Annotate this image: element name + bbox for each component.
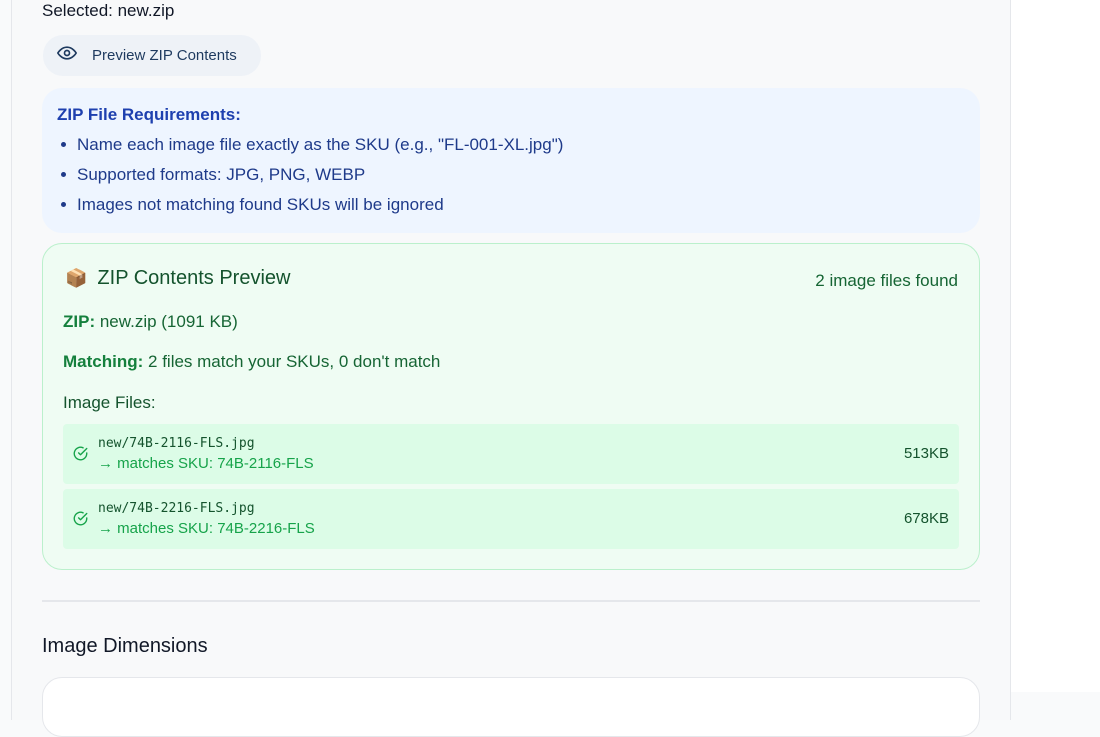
- file-size: 678KB: [903, 510, 949, 527]
- image-dimensions-title: Image Dimensions: [42, 635, 208, 657]
- file-name: new/74B-2116-FLS.jpg: [98, 436, 255, 451]
- matching-label: Matching:: [63, 352, 144, 371]
- preview-zip-button[interactable]: Preview ZIP Contents: [43, 35, 261, 76]
- file-name: new/74B-2216-FLS.jpg: [98, 501, 255, 516]
- check-circle-icon: [73, 511, 88, 531]
- section-divider: [42, 600, 980, 602]
- zip-label: ZIP:: [63, 312, 96, 331]
- requirements-title: ZIP File Requirements:: [57, 105, 241, 124]
- requirement-item: Supported formats: JPG, PNG, WEBP: [57, 164, 980, 194]
- image-dimensions-box: [42, 677, 980, 737]
- image-files-count: 2 image files found: [815, 271, 958, 290]
- zip-info-line: ZIP: new.zip (1091 KB): [63, 312, 238, 332]
- requirement-item: Name each image file exactly as the SKU …: [57, 134, 980, 164]
- zip-requirements-box: ZIP File Requirements: Name each image f…: [42, 88, 980, 233]
- right-background: [1011, 0, 1100, 692]
- matching-info-line: Matching: 2 files match your SKUs, 0 don…: [63, 352, 440, 372]
- requirements-list: Name each image file exactly as the SKU …: [57, 134, 980, 224]
- image-files-label: Image Files:: [63, 393, 156, 412]
- file-row: new/74B-2216-FLS.jpg → matches SKU: 74B-…: [63, 489, 959, 549]
- selected-file-text: Selected: new.zip: [42, 1, 175, 20]
- eye-icon: [57, 43, 77, 68]
- file-row: new/74B-2116-FLS.jpg → matches SKU: 74B-…: [63, 424, 959, 484]
- package-icon: 📦: [65, 268, 88, 288]
- requirement-item: Images not matching found SKUs will be i…: [57, 194, 980, 224]
- zip-contents-preview: 📦 ZIP Contents Preview 2 image files fou…: [42, 243, 980, 570]
- check-circle-icon: [73, 446, 88, 466]
- preview-zip-button-label: Preview ZIP Contents: [92, 47, 237, 64]
- zip-value: new.zip (1091 KB): [99, 312, 238, 331]
- file-match: → matches SKU: 74B-2216-FLS: [98, 520, 315, 537]
- zip-preview-header: 📦 ZIP Contents Preview: [65, 267, 290, 290]
- file-match: → matches SKU: 74B-2116-FLS: [98, 455, 314, 472]
- file-size: 513KB: [903, 445, 949, 462]
- zip-preview-title: ZIP Contents Preview: [97, 267, 291, 289]
- matching-value: 2 files match your SKUs, 0 don't match: [148, 352, 441, 371]
